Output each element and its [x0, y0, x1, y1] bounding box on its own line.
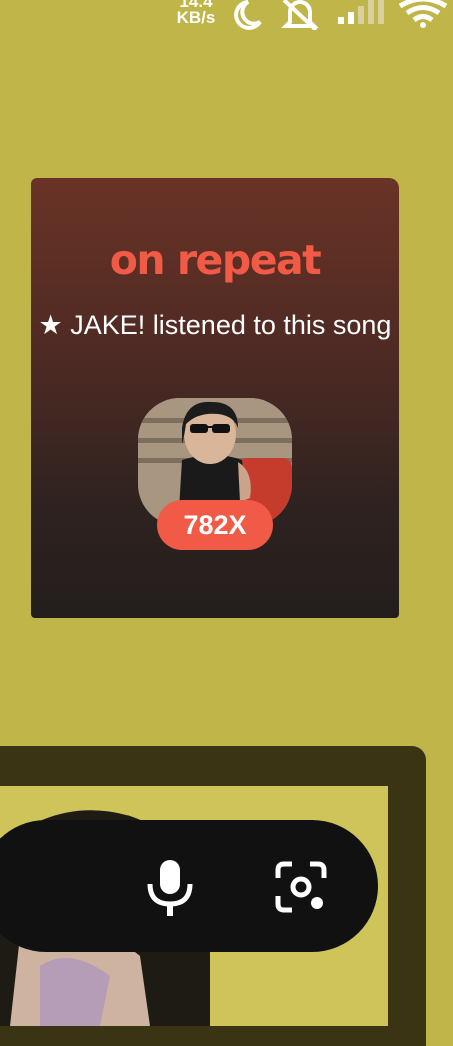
card-title: on repeat	[109, 236, 322, 284]
notifications-off-icon	[281, 0, 319, 30]
moon-icon	[234, 0, 262, 30]
listen-message: ★ JAKE! listened to this song	[38, 310, 392, 340]
on-repeat-card[interactable]: on repeat ★ JAKE! listened to this song …	[31, 178, 399, 618]
mic-icon[interactable]	[142, 856, 198, 918]
network-speed: 14.4 KB/s	[174, 0, 218, 26]
signal-icon	[338, 0, 384, 24]
play-count-badge: 782X	[157, 500, 273, 550]
wifi-icon	[398, 0, 448, 28]
network-speed-unit: KB/s	[176, 8, 216, 27]
lens-icon[interactable]	[272, 858, 330, 916]
status-bar: 14.4 KB/s	[0, 0, 453, 34]
